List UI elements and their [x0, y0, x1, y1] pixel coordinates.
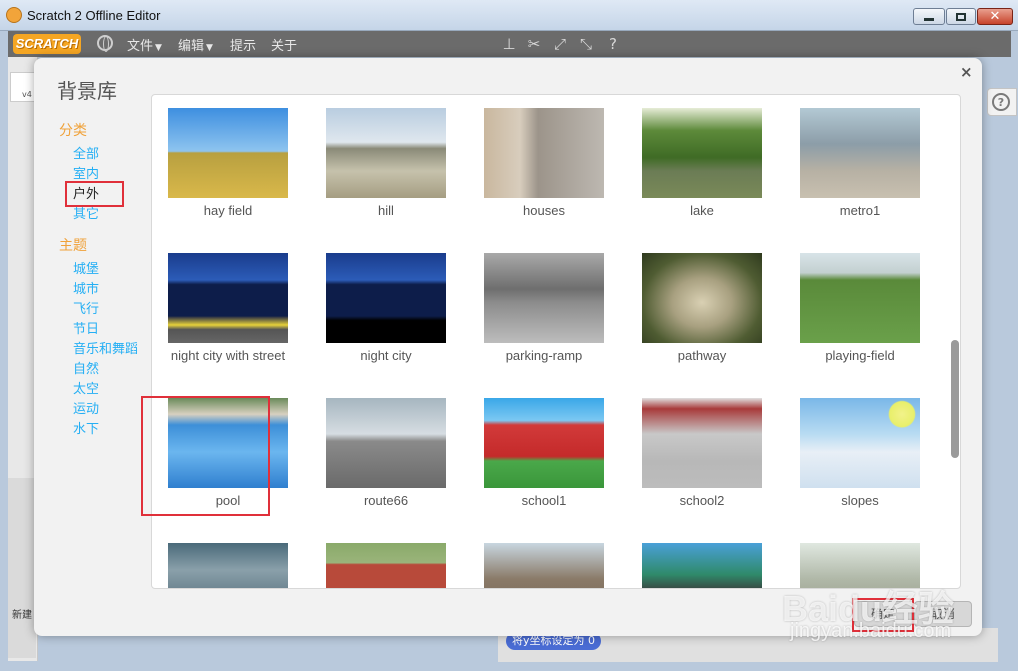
theme-city[interactable]: 城市: [73, 278, 99, 297]
theme-nature[interactable]: 自然: [73, 358, 99, 377]
backdrop-houses[interactable]: houses: [479, 101, 609, 231]
theme-heading: 主题: [59, 238, 87, 254]
backdrop-thumbnail: [642, 398, 762, 488]
backdrop-item-16[interactable]: [163, 536, 293, 588]
menu-about[interactable]: 关于: [271, 35, 297, 54]
menu-file[interactable]: 文件 ▼: [127, 35, 162, 54]
backdrop-playing-field[interactable]: playing-field: [795, 246, 925, 376]
backdrop-item-18[interactable]: [479, 536, 609, 588]
backdrop-thumbnail: [168, 253, 288, 343]
category-all[interactable]: 全部: [73, 143, 99, 162]
backdrop-lake[interactable]: lake: [637, 101, 767, 231]
theme-underwater[interactable]: 水下: [73, 418, 99, 437]
help-icon[interactable]: ?: [604, 35, 622, 53]
backdrop-thumbnail: [642, 543, 762, 588]
new-sprite-label: 新建: [12, 610, 32, 621]
backdrop-pathway[interactable]: pathway: [637, 246, 767, 376]
backdrop-thumbnail: [168, 108, 288, 198]
scratch-logo[interactable]: SCRATCH: [13, 34, 81, 54]
backdrop-thumbnail: [484, 543, 604, 588]
theme-sports[interactable]: 运动: [73, 398, 99, 417]
backdrop-thumbnail: [800, 108, 920, 198]
theme-holiday[interactable]: 节日: [73, 318, 99, 337]
minimize-icon: [924, 18, 934, 21]
chevron-down-icon: ▼: [155, 43, 162, 53]
backdrop-thumbnail: [642, 253, 762, 343]
backdrop-parking-ramp[interactable]: parking-ramp: [479, 246, 609, 376]
minimize-button[interactable]: [913, 8, 945, 25]
backdrop-hay-field[interactable]: hay field: [163, 101, 293, 231]
theme-space[interactable]: 太空: [73, 378, 99, 397]
window-close-button[interactable]: ✕: [977, 8, 1013, 25]
scratch-cat-icon: [6, 7, 22, 23]
baidu-watermark-url: jingyan.baidu.com: [790, 620, 952, 642]
category-indoors[interactable]: 室内: [73, 163, 99, 182]
backdrop-night-city[interactable]: night city: [321, 246, 451, 376]
dialog-close-button[interactable]: ×: [960, 63, 973, 81]
backdrop-library-dialog: 背景库 × 分类 全部 室内 户外 其它 主题 城堡 城市 飞行 节日 音乐和舞…: [34, 58, 982, 636]
backdrop-thumbnail: [484, 398, 604, 488]
backdrop-slopes[interactable]: slopes: [795, 391, 925, 521]
menu-tips[interactable]: 提示: [230, 35, 256, 54]
pool-highlight-box: [141, 396, 270, 516]
backdrop-thumbnail: [642, 108, 762, 198]
backdrop-night-city-with-street[interactable]: night city with street: [163, 246, 293, 376]
backdrop-school2[interactable]: school2: [637, 391, 767, 521]
backdrop-school1[interactable]: school1: [479, 391, 609, 521]
backdrop-item-19[interactable]: [637, 536, 767, 588]
version-label: v4: [22, 90, 32, 99]
maximize-button[interactable]: [946, 8, 976, 25]
backdrop-thumbnail: [800, 398, 920, 488]
shrink-icon[interactable]: ⤡: [577, 35, 595, 53]
cut-scissors-icon[interactable]: ✂: [525, 35, 543, 53]
duplicate-stamp-icon[interactable]: ⊥: [500, 35, 518, 53]
sprite-pane: [8, 478, 36, 658]
theme-flying[interactable]: 飞行: [73, 298, 99, 317]
selection-highlight-box: [65, 181, 124, 207]
backdrop-route66[interactable]: route66: [321, 391, 451, 521]
grow-icon[interactable]: ⤢: [551, 35, 569, 53]
backdrop-thumbnail: [484, 108, 604, 198]
maximize-icon: [956, 12, 966, 21]
backdrop-thumbnail: [326, 543, 446, 588]
backdrop-thumbnail: [326, 253, 446, 343]
chevron-down-icon: ▼: [206, 43, 213, 53]
backdrop-metro1[interactable]: metro1: [795, 101, 925, 231]
category-heading: 分类: [59, 123, 87, 139]
close-icon: ✕: [989, 9, 1001, 24]
backdrop-thumbnail: [326, 398, 446, 488]
scrollbar-thumb[interactable]: [951, 340, 959, 458]
language-globe-icon[interactable]: [97, 35, 113, 52]
window-titlebar: Scratch 2 Offline Editor ✕: [0, 0, 1018, 31]
backdrop-grid: hay field hill houses lake metro1 night …: [151, 94, 961, 589]
backdrop-thumbnail: [326, 108, 446, 198]
backdrop-hill[interactable]: hill: [321, 101, 451, 231]
dialog-title: 背景库: [57, 79, 117, 103]
window-title: Scratch 2 Offline Editor: [27, 8, 161, 23]
question-icon[interactable]: ?: [992, 93, 1010, 111]
backdrop-thumbnail: [168, 543, 288, 588]
backdrop-thumbnail: [800, 253, 920, 343]
backdrop-item-17[interactable]: [321, 536, 451, 588]
theme-music-dance[interactable]: 音乐和舞蹈: [73, 338, 138, 357]
menu-edit[interactable]: 编辑 ▼: [178, 35, 213, 54]
backdrop-thumbnail: [484, 253, 604, 343]
theme-castle[interactable]: 城堡: [73, 258, 99, 277]
scratch-menubar: SCRATCH 文件 ▼ 编辑 ▼ 提示 关于 ⊥ ✂ ⤢ ⤡ ?: [8, 31, 1011, 57]
